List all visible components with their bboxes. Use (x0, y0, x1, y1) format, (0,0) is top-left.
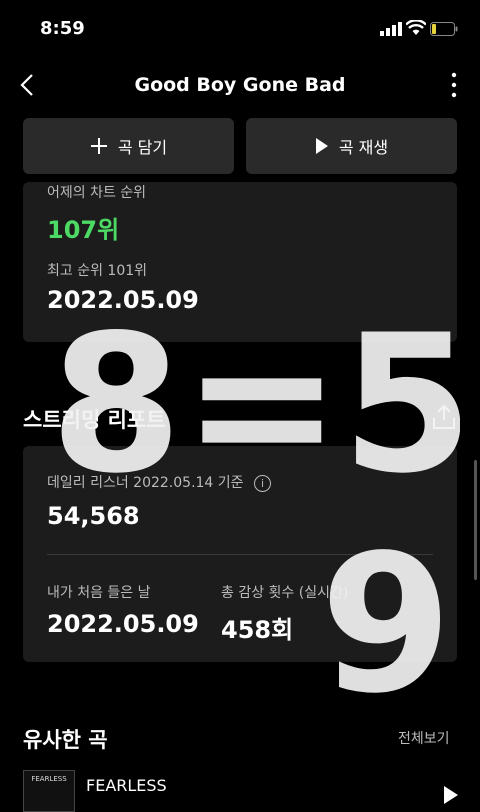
nav-bar: Good Boy Gone Bad (0, 60, 480, 110)
plus-icon (90, 138, 107, 154)
play-count-value: 458회 (221, 616, 294, 644)
status-bar: 8:59 (0, 0, 480, 60)
chart-rank-card: 어제의 차트 순위 107위 최고 순위 101위 2022.05.09 (23, 182, 457, 342)
streaming-report-title: 스트리밍 리포트 (23, 408, 166, 432)
best-rank-label: 최고 순위 101위 (47, 263, 148, 279)
status-time: 8:59 (40, 18, 85, 39)
first-listen-label: 내가 처음 들은 날 (47, 585, 151, 601)
scrollbar[interactable] (474, 460, 477, 580)
play-icon[interactable] (443, 786, 459, 804)
share-icon[interactable] (432, 404, 456, 430)
best-rank-date: 2022.05.09 (47, 286, 199, 314)
more-options-icon[interactable] (444, 68, 464, 102)
battery-icon (430, 22, 458, 36)
add-song-button[interactable]: 곡 담기 (23, 118, 234, 174)
yesterday-rank-label: 어제의 차트 순위 (47, 185, 147, 201)
list-item[interactable]: FEARLESS FEARLESS (23, 770, 459, 812)
daily-listeners-value: 54,568 (47, 502, 140, 530)
add-song-label: 곡 담기 (117, 138, 168, 157)
page-title: Good Boy Gone Bad (134, 74, 346, 96)
action-buttons: 곡 담기 곡 재생 (23, 118, 457, 174)
play-song-button[interactable]: 곡 재생 (246, 118, 457, 174)
album-art-text: FEARLESS (31, 775, 67, 783)
yesterday-rank-value: 107위 (47, 216, 120, 244)
play-song-label: 곡 재생 (338, 138, 389, 157)
first-listen-value: 2022.05.09 (47, 610, 199, 638)
daily-listeners-label: 데일리 리스너 2022.05.14 기준 i (47, 472, 272, 492)
similar-songs-title: 유사한 곡 (23, 728, 108, 752)
daily-listeners-text: 데일리 리스너 2022.05.14 기준 (47, 475, 244, 491)
cellular-signal-icon (380, 22, 402, 36)
song-title: FEARLESS (86, 776, 167, 795)
streaming-report-card: 데일리 리스너 2022.05.14 기준 i 54,568 내가 처음 들은 … (23, 446, 457, 662)
see-all-link[interactable]: 전체보기 (398, 728, 450, 748)
info-icon[interactable]: i (254, 474, 272, 492)
play-icon (315, 138, 328, 154)
wifi-icon (406, 20, 426, 35)
divider (47, 554, 433, 555)
play-count-label: 총 감상 횟수 (실시간) (221, 585, 349, 601)
